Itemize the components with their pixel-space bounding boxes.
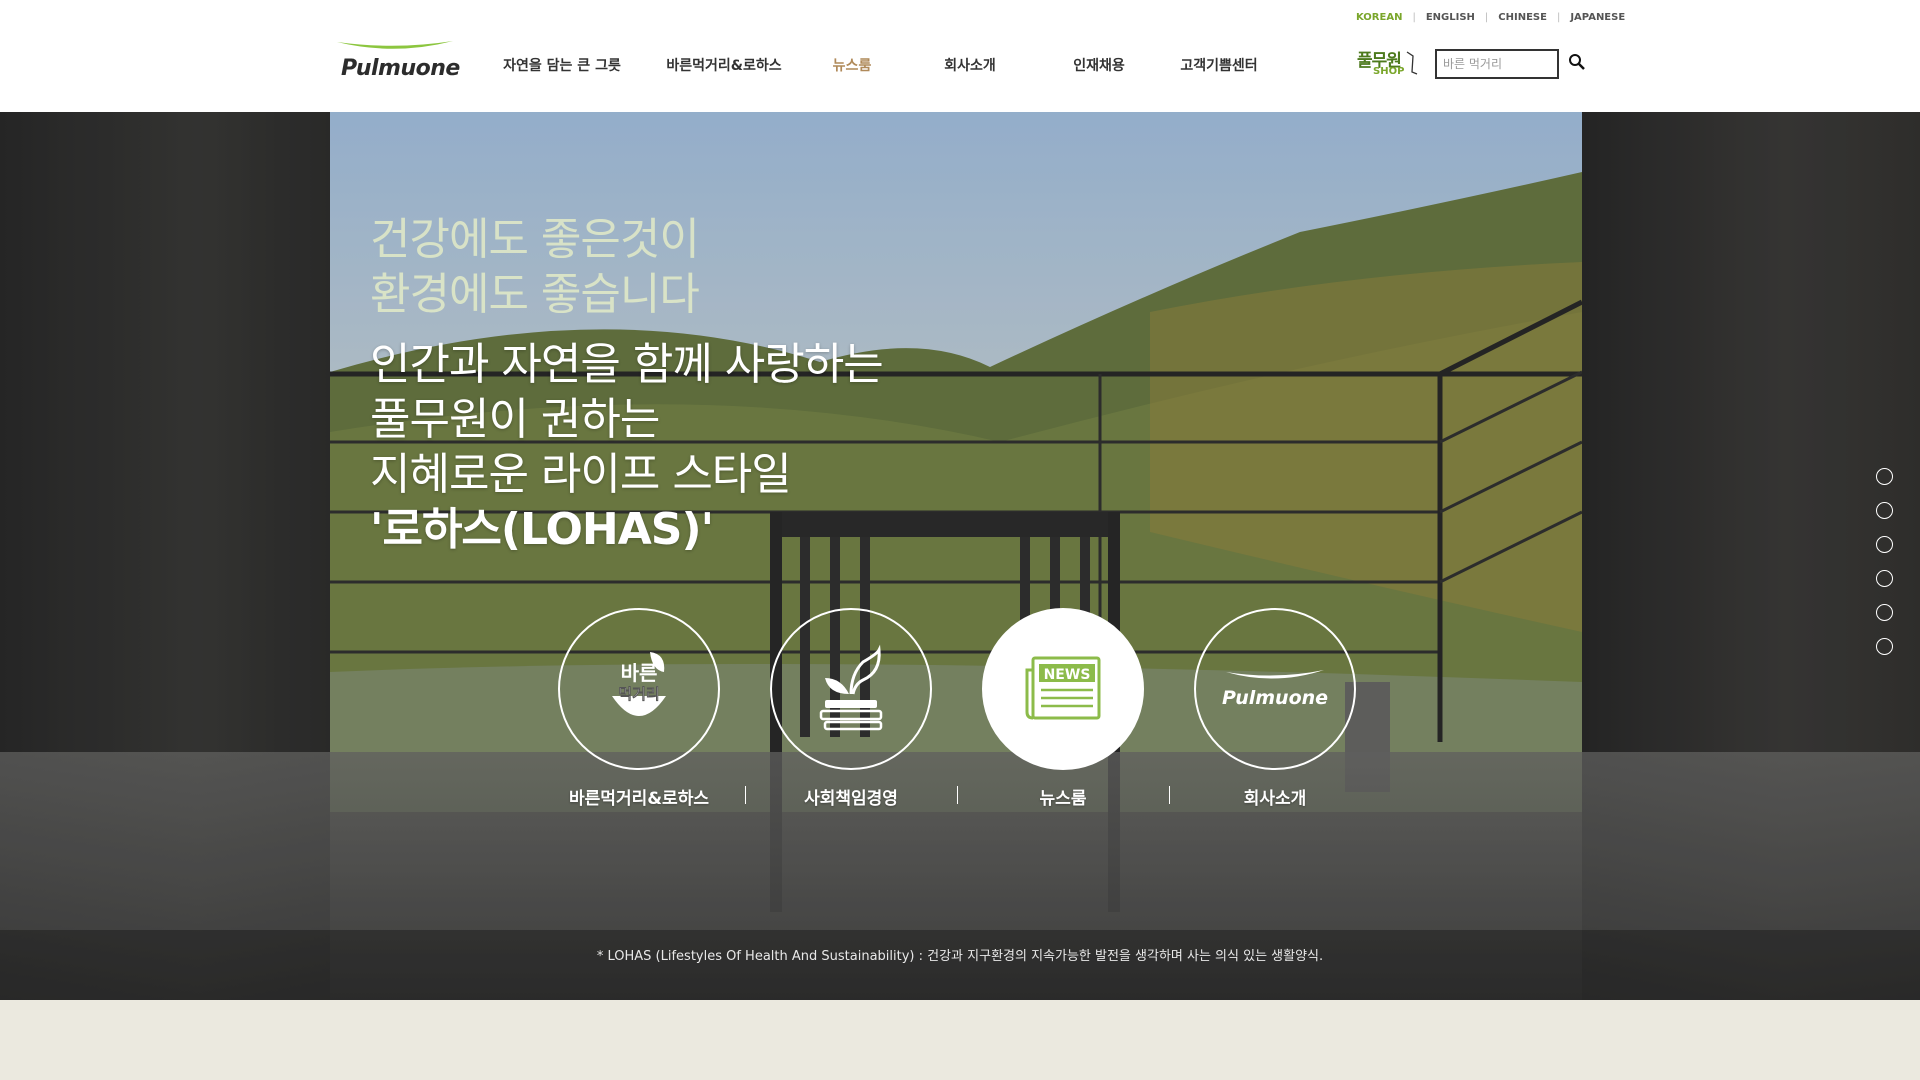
hero-subheadline-line: 환경에도 좋습니다 <box>370 269 700 320</box>
lang-separator: | <box>1484 12 1489 23</box>
lohas-footnote: * LOHAS (Lifestyles Of Health And Sustai… <box>596 949 1324 964</box>
hero-subheadline-line: 건강에도 좋은것이 <box>370 214 700 265</box>
quick-link-company[interactable]: Pulmuone <box>1194 608 1356 788</box>
healthy-food-icon: 바른 먹거리 <box>612 652 666 716</box>
hero-headline-line: 인간과 자연을 함께 사랑하는 <box>370 339 884 390</box>
pulmuone-shop-link[interactable]: 풀무원 SHOP <box>1357 46 1419 82</box>
site-header: KOREAN | ENGLISH | CHINESE | JAPANESE Pu… <box>0 0 1920 112</box>
quick-link-newsroom[interactable]: NEWS <box>982 608 1144 788</box>
quick-link-circle <box>770 608 932 770</box>
hero-headline-line: 풀무원이 권하는 <box>370 394 660 445</box>
quick-link-circle: NEWS <box>982 608 1144 770</box>
quick-link-divider <box>1169 786 1170 804</box>
nav-item-careers[interactable]: 인재채용 <box>1073 55 1125 75</box>
pulmuone-logo-icon: Pulmuone <box>1222 670 1328 709</box>
slide-pager-dot[interactable] <box>1876 570 1893 587</box>
lang-separator: | <box>1412 12 1416 23</box>
quick-link-divider <box>745 786 746 804</box>
logo-swoosh-icon <box>337 41 453 49</box>
hero-headline-line: 지혜로운 라이프 스타일 <box>370 449 792 500</box>
nav-item-lohas[interactable]: 바른먹거리&로하스 <box>666 55 781 75</box>
lang-chinese[interactable]: CHINESE <box>1498 12 1547 23</box>
quick-link-label[interactable]: 바른먹거리&로하스 <box>569 784 709 809</box>
slide-pager-dot[interactable] <box>1876 638 1893 655</box>
quick-link-csr[interactable] <box>770 608 932 788</box>
slide-pager-dot[interactable] <box>1876 604 1893 621</box>
search-icon[interactable] <box>1568 53 1586 71</box>
slide-pager-dot[interactable] <box>1876 468 1893 485</box>
logo-text: Pulmuone <box>341 56 460 81</box>
lang-japanese[interactable]: JAPANESE <box>1570 12 1625 23</box>
quick-link-label[interactable]: 사회책임경영 <box>804 784 898 809</box>
nav-item-nature[interactable]: 자연을 담는 큰 그릇 <box>503 55 621 75</box>
svg-text:바른: 바른 <box>621 661 658 685</box>
quick-link-circle: 바른 먹거리 <box>558 608 720 770</box>
quick-link-divider <box>957 786 958 804</box>
sprout-books-icon <box>819 644 883 731</box>
hero-banner: 건강에도 좋은것이 환경에도 좋습니다 인간과 자연을 함께 사랑하는 풀무원이… <box>0 112 1920 1000</box>
newspaper-icon: NEWS <box>1025 656 1101 720</box>
quick-link-lohas[interactable]: 바른 먹거리 <box>558 608 720 788</box>
lang-separator: | <box>1556 12 1561 23</box>
lang-korean[interactable]: KOREAN <box>1356 12 1402 23</box>
hero-headline: 인간과 자연을 함께 사랑하는 풀무원이 권하는 지혜로운 라이프 스타일 '로… <box>370 337 884 557</box>
shop-bag-icon <box>1406 51 1418 75</box>
svg-text:NEWS: NEWS <box>1044 667 1091 683</box>
quick-link-circle: Pulmuone <box>1194 608 1356 770</box>
svg-text:먹거리: 먹거리 <box>618 685 659 703</box>
page-bottom-band <box>0 1000 1920 1080</box>
slide-pager-dot[interactable] <box>1876 502 1893 519</box>
footnote-bar <box>0 930 1920 1000</box>
search-input[interactable] <box>1435 49 1559 79</box>
slide-pager-dot[interactable] <box>1876 536 1893 553</box>
hero-overlay <box>0 112 1920 1000</box>
nav-item-newsroom[interactable]: 뉴스룸 <box>833 55 872 75</box>
quick-link-label[interactable]: 회사소개 <box>1244 784 1307 809</box>
nav-item-customer-center[interactable]: 고객기쁨센터 <box>1180 55 1257 75</box>
hero-subheadline: 건강에도 좋은것이 환경에도 좋습니다 <box>370 212 700 322</box>
language-selector: KOREAN | ENGLISH | CHINESE | JAPANESE <box>1356 12 1625 23</box>
hero-headline-lohas: '로하스(LOHAS)' <box>370 504 714 555</box>
lang-english[interactable]: ENGLISH <box>1426 12 1475 23</box>
pulmuone-logo[interactable]: Pulmuone <box>335 38 460 84</box>
shop-english-label: SHOP <box>1373 66 1405 77</box>
quick-link-label[interactable]: 뉴스룸 <box>1040 784 1087 809</box>
svg-text:Pulmuone: Pulmuone <box>1222 687 1328 709</box>
nav-item-company[interactable]: 회사소개 <box>944 55 996 75</box>
